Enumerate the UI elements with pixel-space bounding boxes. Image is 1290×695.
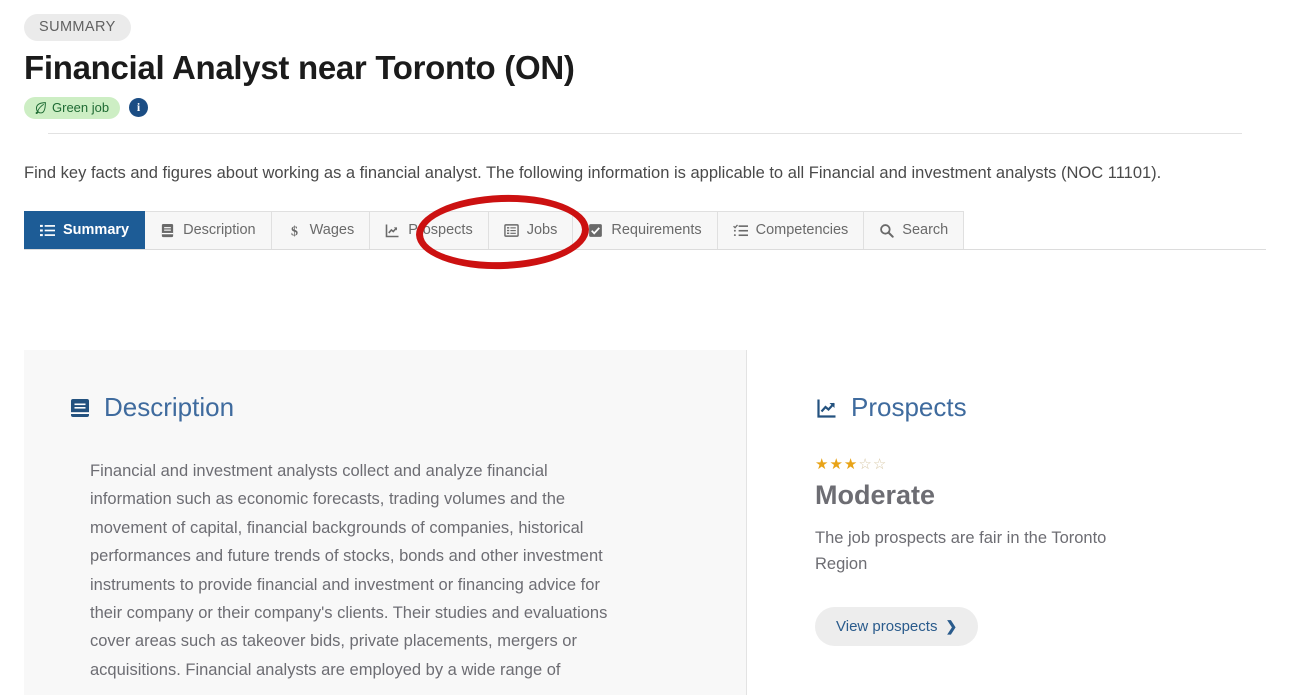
- tab-bar: Summary Description $ Wages Prospects Jobs Req…: [24, 210, 1266, 250]
- tab-label: Summary: [63, 222, 130, 239]
- tab-label: Search: [902, 222, 949, 239]
- prospects-rating-description: The job prospects are fair in the Toront…: [815, 528, 1107, 574]
- leaf-icon: [34, 101, 47, 115]
- tab-label: Competencies: [755, 222, 849, 239]
- tab-jobs[interactable]: Jobs: [488, 210, 574, 249]
- chart-line-icon: [815, 396, 839, 420]
- tab-description[interactable]: Description: [145, 210, 272, 249]
- view-prospects-label: View prospects: [836, 618, 938, 636]
- tab-label: Jobs: [526, 222, 558, 239]
- chevron-right-icon: ❯: [945, 618, 958, 635]
- checkbox-icon: [588, 223, 603, 238]
- star-empty-icon: ☆: [872, 456, 888, 473]
- green-job-label: Green job: [52, 99, 110, 115]
- content-panel: Description Financial and investment ana…: [24, 350, 1266, 695]
- book-icon: [68, 396, 92, 420]
- star-filled-icon: ★: [815, 456, 830, 473]
- prospects-heading: Prospects: [815, 392, 1226, 423]
- magnifier-icon: [879, 223, 895, 238]
- tab-wages[interactable]: $ Wages: [271, 210, 371, 249]
- tab-label: Requirements: [611, 222, 702, 239]
- intro-paragraph: Find key facts and figures about working…: [24, 163, 1162, 182]
- tab-prospects[interactable]: Prospects: [370, 210, 489, 249]
- tab-search[interactable]: Search: [864, 210, 965, 249]
- star-empty-icon: ☆: [858, 456, 873, 473]
- prospects-rating-label: Moderate: [815, 480, 936, 510]
- list-icon: [40, 223, 55, 238]
- dollar-icon: $: [287, 223, 302, 237]
- svg-text:$: $: [291, 223, 298, 237]
- task-list-icon: [732, 223, 748, 238]
- page-header: SUMMARY Financial Analyst near Toronto (…: [0, 0, 1290, 134]
- view-prospects-button[interactable]: View prospects ❯: [815, 607, 979, 647]
- star-filled-icon: ★: [843, 456, 859, 473]
- header-divider: [48, 132, 1242, 134]
- description-column: Description Financial and investment ana…: [24, 350, 747, 695]
- badge-row: Green job i: [24, 96, 1266, 119]
- prospects-column: Prospects ★★★☆☆ Moderate The job prospec…: [747, 350, 1266, 695]
- tab-label: Prospects: [408, 222, 473, 239]
- star-filled-icon: ★: [829, 456, 844, 473]
- book-icon: [160, 223, 175, 238]
- tab-requirements[interactable]: Requirements: [573, 210, 718, 249]
- page-title: Financial Analyst near Toronto (ON): [24, 49, 575, 86]
- description-heading-label: Description: [104, 392, 235, 422]
- prospects-star-rating: ★★★☆☆: [815, 457, 1226, 472]
- page-root: SUMMARY Financial Analyst near Toronto (…: [0, 0, 1290, 695]
- info-icon[interactable]: i: [129, 98, 149, 118]
- green-job-badge[interactable]: Green job: [24, 96, 121, 119]
- tabs-container: Summary Description $ Wages Prospects Jobs Req…: [24, 191, 1266, 272]
- list-box-icon: [503, 223, 519, 238]
- tab-competencies[interactable]: Competencies: [717, 210, 865, 249]
- eyebrow-badge: SUMMARY: [24, 14, 131, 41]
- tab-summary[interactable]: Summary: [24, 210, 146, 249]
- tab-label: Wages: [309, 222, 355, 239]
- tab-label: Description: [183, 222, 256, 239]
- chart-line-icon: [385, 223, 400, 238]
- description-body: Financial and investment analysts collec…: [90, 462, 608, 679]
- prospects-heading-label: Prospects: [851, 392, 967, 422]
- description-heading: Description: [68, 392, 690, 423]
